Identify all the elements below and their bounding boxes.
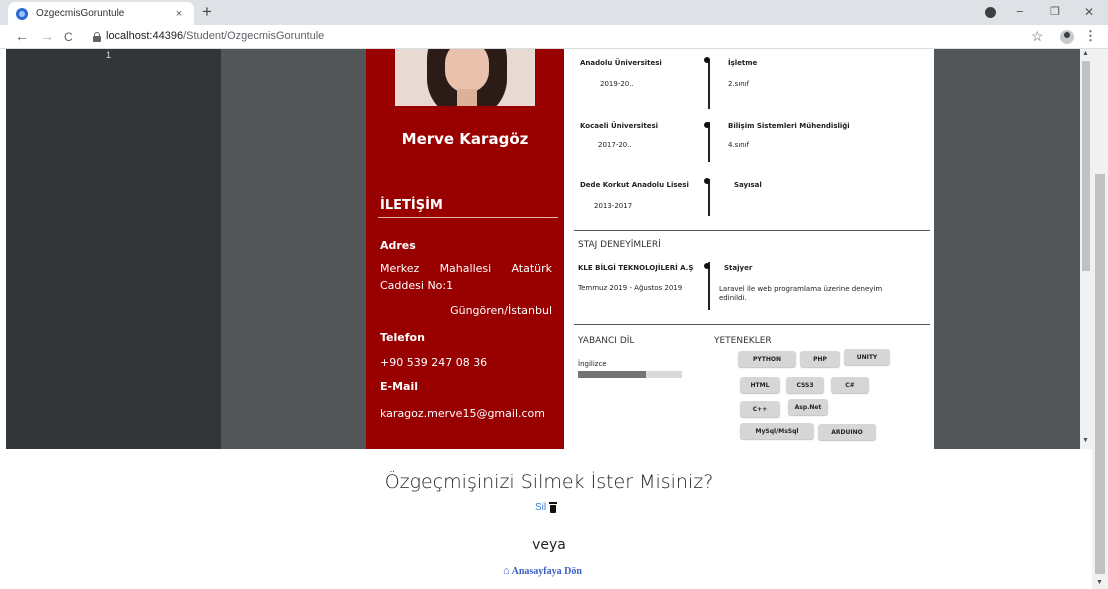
section-divider <box>574 230 930 231</box>
cv-sidebar: Merve Karagöz İLETİŞİM Adres Merkez Maha… <box>366 49 564 449</box>
education-school: Dede Korkut Anadolu Lisesi <box>580 181 689 189</box>
education-school: Kocaeli Üniversitesi <box>580 122 659 130</box>
home-icon: ⌂ <box>503 565 510 577</box>
education-field: Sayısal <box>734 181 762 189</box>
education-years: 2013-2017 <box>594 202 633 210</box>
skills-heading: YETENEKLER <box>714 336 772 346</box>
section-divider <box>574 324 930 325</box>
home-link[interactable]: ⌂ Anasayfaya Dön <box>503 565 582 577</box>
timeline-dot <box>704 122 710 128</box>
internship-dates: Temmuz 2019 - Ağustos 2019 <box>578 284 683 292</box>
profile-avatar-icon[interactable] <box>1060 30 1074 44</box>
minimize-button[interactable]: − <box>1016 3 1024 21</box>
browser-tab[interactable]: OzgecmisGoruntule × <box>8 2 194 25</box>
browser-toolbar: ← → C localhost:44396/Student/OzgecmisGo… <box>0 25 1108 49</box>
browser-menu-icon[interactable]: ⋮ <box>1084 28 1097 44</box>
language-level-fill <box>578 371 646 378</box>
internship-heading: STAJ DENEYİMLERİ <box>578 240 661 250</box>
timeline-line <box>708 59 710 109</box>
timeline-dot <box>704 263 710 269</box>
lock-icon[interactable] <box>93 32 101 42</box>
viewer-scrollbar[interactable]: ▲ ▼ <box>1080 49 1092 449</box>
maximize-button[interactable]: ❐ <box>1050 3 1060 21</box>
page-scroll-down-icon[interactable]: ▼ <box>1096 579 1103 586</box>
delete-link-label: Sil <box>535 502 547 513</box>
skill-chip: UNITY <box>844 349 890 365</box>
scroll-up-icon[interactable]: ▲ <box>1082 50 1089 57</box>
timeline-line <box>708 179 710 216</box>
skill-chip: PHP <box>800 351 840 367</box>
internship-company: KLE BİLGİ TEKNOLOJİLERİ A.Ş <box>578 264 694 272</box>
trash-icon <box>549 502 558 513</box>
language-name: İngilizce <box>578 360 607 368</box>
education-years: 2019-20.. <box>600 80 634 88</box>
home-link-label: Anasayfaya Dön <box>511 565 582 577</box>
cv-page: Merve Karagöz İLETİŞİM Adres Merkez Maha… <box>366 49 934 449</box>
email-value: karagoz.merve15@gmail.com <box>380 407 545 420</box>
close-window-button[interactable]: ✕ <box>1084 3 1094 21</box>
skill-chip: Asp.Net <box>788 399 828 415</box>
new-tab-button[interactable]: + <box>202 3 212 21</box>
address-line-1: Merkez Mahallesi Atatürk <box>380 262 552 275</box>
extension-icon[interactable] <box>985 7 996 18</box>
profile-photo <box>395 49 535 106</box>
language-level-bar <box>578 371 682 378</box>
timeline-dot <box>704 57 710 63</box>
timeline-line <box>708 262 710 310</box>
education-detail: 2.sınıf <box>728 80 750 88</box>
skill-chip: CSS3 <box>786 377 824 393</box>
email-label: E-Mail <box>380 380 418 393</box>
thumbnail-panel[interactable]: 1 <box>6 49 221 449</box>
timeline-dot <box>704 178 710 184</box>
delete-link[interactable]: Sil <box>535 502 558 513</box>
pdf-viewer[interactable]: 1 Merve Karagöz İLETİŞİM Adres Merkez Ma… <box>6 49 1092 449</box>
education-field: İşletme <box>728 59 758 67</box>
address-line-3: Güngören/İstanbul <box>450 304 552 317</box>
url-path: /Student/OzgecmisGoruntule <box>183 30 325 42</box>
cv-main: Anadolu Üniversitesi 2019-20.. İşletme 2… <box>564 49 934 449</box>
page-scrollbar[interactable]: ▼ <box>1092 49 1108 589</box>
tab-title: OzgecmisGoruntule <box>36 8 125 19</box>
skill-chip: PYTHON <box>738 351 796 367</box>
page-scroll-thumb[interactable] <box>1095 174 1105 574</box>
education-detail: 4.sınıf <box>728 141 750 149</box>
skill-chip: C# <box>831 377 869 393</box>
contact-heading: İLETİŞİM <box>380 198 443 213</box>
education-years: 2017-20.. <box>598 141 632 149</box>
cv-name: Merve Karagöz <box>401 130 529 148</box>
timeline-line <box>708 122 710 162</box>
contact-divider <box>378 217 558 218</box>
back-button[interactable]: ← <box>15 27 29 45</box>
viewer-scroll-thumb[interactable] <box>1082 61 1090 271</box>
language-heading: YABANCI DİL <box>578 336 635 346</box>
skill-chip: ARDUINO <box>818 424 876 440</box>
education-school: Anadolu Üniversitesi <box>580 59 662 67</box>
skill-chip: C++ <box>740 401 780 417</box>
forward-button[interactable]: → <box>40 27 54 45</box>
address-line-2: Caddesi No:1 <box>380 279 454 292</box>
url-host: localhost:44396 <box>106 30 184 42</box>
scroll-down-icon[interactable]: ▼ <box>1082 437 1089 444</box>
skill-chip: HTML <box>740 377 780 393</box>
internship-role: Stajyer <box>724 264 753 272</box>
or-text: veya <box>532 537 566 553</box>
address-bar[interactable]: localhost:44396/Student/OzgecmisGoruntul… <box>106 30 324 42</box>
education-field: Bilişim Sistemleri Mühendisliği <box>728 122 850 130</box>
bookmark-star-icon[interactable]: ☆ <box>1031 28 1044 45</box>
thumbnail-page-number[interactable]: 1 <box>106 50 111 60</box>
internship-description: Laravel ile web programlama üzerine dene… <box>719 285 883 302</box>
delete-question: Özgeçmişinizi Silmek İster Misiniz? <box>384 471 714 493</box>
phone-label: Telefon <box>380 331 425 344</box>
skill-chip: MySql/MsSql <box>740 423 814 439</box>
reload-button[interactable]: C <box>64 28 73 46</box>
address-label: Adres <box>380 239 416 252</box>
tab-bar: OzgecmisGoruntule × + − ❐ ✕ <box>0 0 1108 25</box>
tab-close-icon[interactable]: × <box>172 8 186 20</box>
site-favicon-icon <box>16 7 28 20</box>
phone-value: +90 539 247 08 36 <box>380 356 488 369</box>
